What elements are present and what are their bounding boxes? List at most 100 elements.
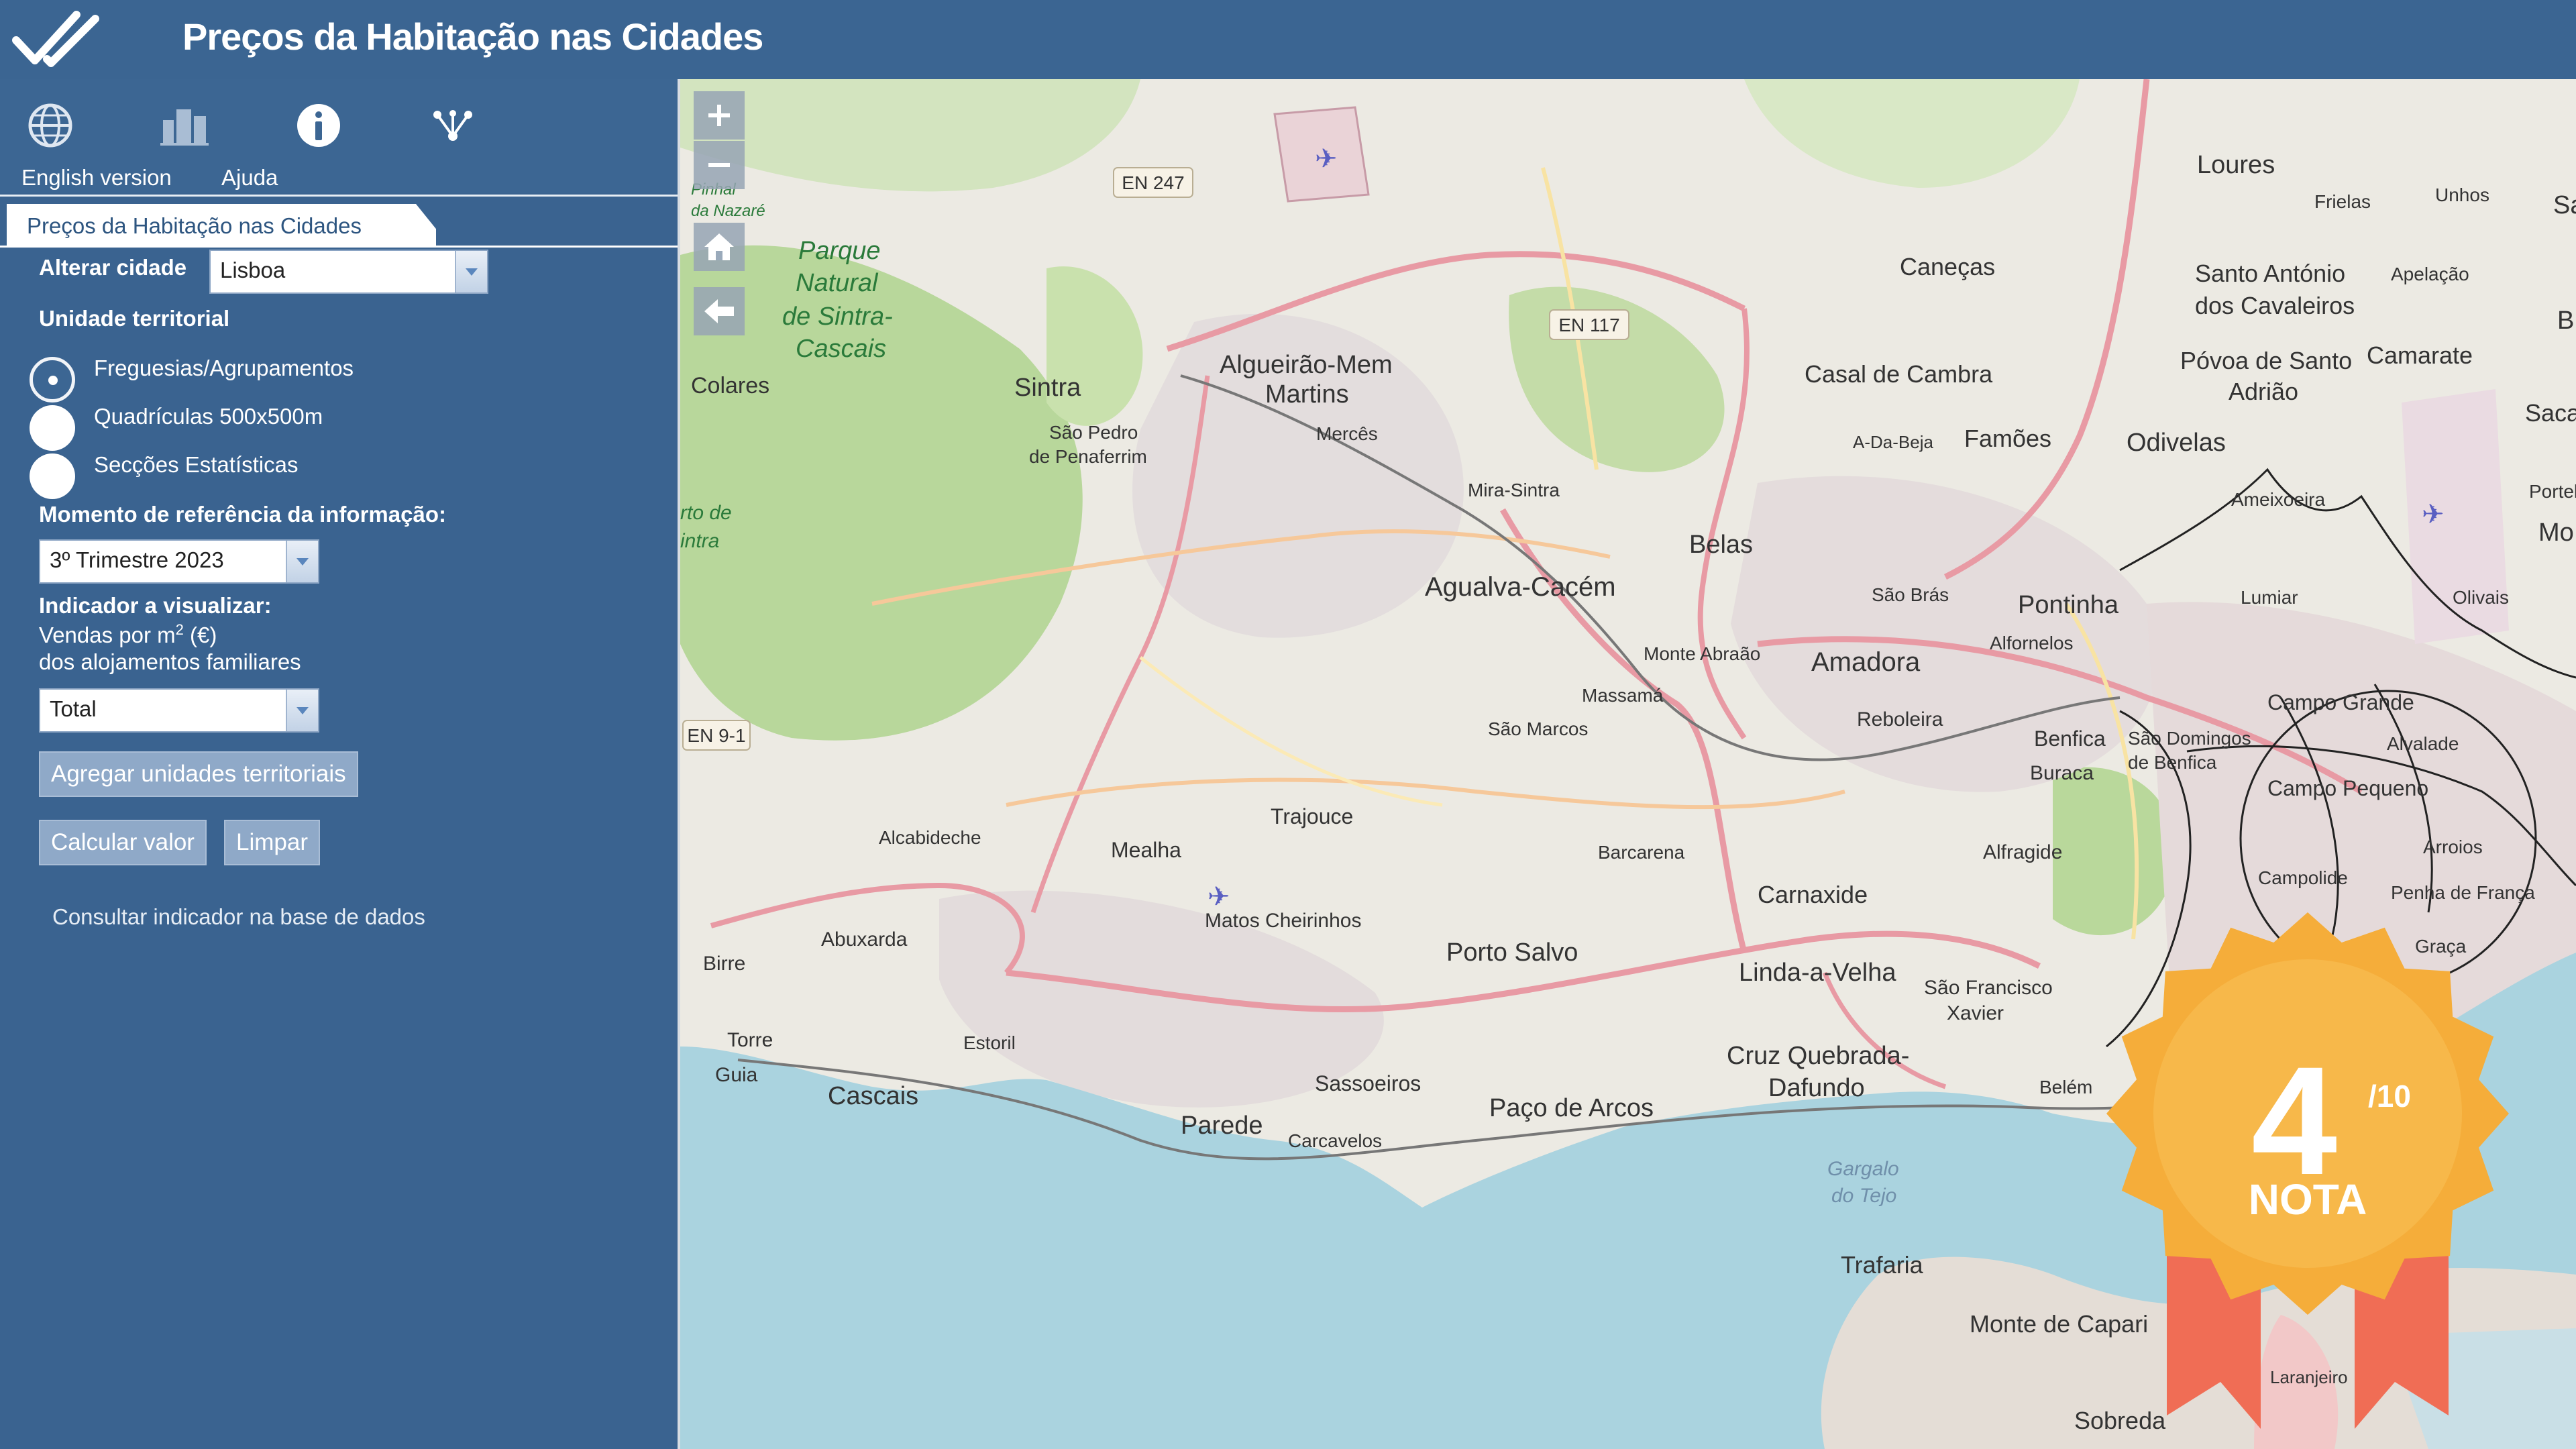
zoom-in-icon[interactable] [694, 91, 745, 140]
chevron-down-icon[interactable] [455, 251, 487, 292]
airport-icon: ✈ [1315, 144, 1338, 174]
place-label: São Marcos [1488, 718, 1588, 739]
zoom-out-icon[interactable] [694, 141, 745, 189]
app-title: Preços da Habitação nas Cidades [182, 15, 763, 58]
place-label: Cascais [828, 1082, 918, 1110]
globe-icon[interactable] [20, 95, 80, 156]
place-label: Campolide [2258, 867, 2348, 888]
svg-text:EN 9-1: EN 9-1 [687, 725, 745, 746]
city-select[interactable]: Lisboa [209, 250, 488, 294]
road-shield-en91: EN 9-1 [682, 720, 751, 751]
territorial-unit-label: Unidade territorial [39, 306, 230, 331]
place-label: Porto Salvo [1446, 938, 1578, 967]
radio-quadriculas[interactable] [30, 405, 75, 451]
place-label: Alfragide [1983, 841, 2062, 863]
place-label: Apelação [2391, 264, 2469, 284]
place-label: Santo António [2195, 260, 2345, 287]
app-header: Preços da Habitação nas Cidades [0, 0, 2576, 79]
reference-select-value: 3º Trimestre 2023 [50, 547, 224, 572]
radio-freguesias-label[interactable]: Freguesias/Agrupamentos [94, 356, 354, 381]
panel-tab-title: Preços da Habitação nas Cidades [27, 213, 362, 238]
place-label: Parque [798, 237, 881, 265]
place-label: Mealha [1111, 838, 1181, 862]
indicator-line1: Vendas por m [39, 623, 176, 647]
radio-freguesias[interactable] [30, 357, 75, 402]
double-check-logo-icon[interactable] [12, 5, 99, 72]
place-label: Birre [703, 953, 745, 975]
place-label: Sassoeiros [1315, 1071, 1421, 1095]
place-label: Algueirão-Mem [1220, 351, 1393, 379]
place-label: Matos Cheirinhos [1205, 910, 1361, 932]
place-label: Monte Abraão [1644, 643, 1760, 664]
indicator-label: Indicador a visualizar: [39, 593, 272, 618]
calculate-value-button[interactable]: Calcular valor [39, 820, 207, 865]
indicator-superscript: 2 [175, 621, 184, 638]
back-arrow-icon[interactable] [694, 287, 745, 335]
help-link[interactable]: Ajuda [221, 165, 278, 191]
home-icon[interactable] [694, 223, 745, 271]
place-label: Reboleira [1857, 708, 1943, 731]
place-label: Odivelas [2127, 429, 2226, 457]
indicator-unit: (€) [183, 623, 217, 647]
place-label: Benfica [2034, 727, 2106, 751]
road-shield-en117: EN 117 [1549, 309, 1629, 340]
place-label: Mira-Sintra [1468, 480, 1560, 500]
place-label: Carcavelos [1288, 1130, 1382, 1151]
aggregate-units-button[interactable]: Agregar unidades territoriais [39, 751, 358, 797]
place-label: Agualva-Cacém [1425, 572, 1616, 602]
place-label: Amadora [1811, 647, 1921, 677]
place-label: Paço de Arcos [1489, 1094, 1654, 1122]
buildings-icon[interactable] [154, 95, 215, 156]
reference-select[interactable]: 3º Trimestre 2023 [39, 539, 319, 584]
place-label: Póvoa de Santo [2180, 347, 2352, 374]
indicator-select-value: Total [50, 696, 97, 721]
place-label: Sa [2553, 191, 2576, 219]
chevron-down-icon[interactable] [286, 690, 318, 731]
place-label: Camarate [2367, 341, 2473, 369]
place-label: intra [680, 530, 719, 552]
place-label: Ameixoeira [2231, 489, 2325, 510]
radio-seccoes[interactable] [30, 453, 75, 499]
place-label: Gargalo [1827, 1158, 1899, 1180]
place-label: Arroios [2423, 837, 2483, 857]
score-badge: 4 /10 NOTA [2106, 912, 2509, 1429]
place-label: Belas [1689, 531, 1753, 559]
road-shield-en247: EN 247 [1113, 167, 1193, 198]
place-label: Trajouce [1271, 804, 1353, 828]
place-label: Caneças [1900, 253, 1995, 280]
info-icon[interactable] [288, 95, 349, 156]
place-label: Trafaria [1841, 1251, 1924, 1279]
place-label: Adrião [2229, 378, 2298, 405]
place-label: Sintra [1014, 374, 1081, 402]
clear-button[interactable]: Limpar [224, 820, 320, 865]
chevron-down-icon[interactable] [286, 541, 318, 582]
panel-tab[interactable]: Preços da Habitação nas Cidades [7, 204, 436, 246]
sidebar-toolbar: English version Ajuda [0, 79, 678, 193]
place-label: Linda-a-Velha [1739, 959, 1896, 987]
database-link[interactable]: Consultar indicador na base de dados [52, 904, 425, 930]
indicator-line2: dos alojamentos familiares [39, 649, 301, 674]
place-label: Alvalade [2387, 733, 2459, 754]
panel-divider [0, 246, 678, 248]
place-label: Alcabideche [879, 827, 981, 848]
place-label: Alfornelos [1990, 633, 2074, 653]
place-label: Belém [2039, 1077, 2092, 1097]
place-label: A-Da-Beja [1853, 432, 1933, 452]
english-version-link[interactable]: English version [21, 165, 172, 191]
place-label: de Benfica [2128, 752, 2217, 773]
radio-seccoes-label[interactable]: Secções Estatísticas [94, 452, 298, 478]
place-label: Abuxarda [821, 928, 908, 951]
indicator-select[interactable]: Total [39, 688, 319, 733]
place-label: Mercês [1316, 423, 1378, 444]
place-label: Pontinha [2018, 591, 2119, 619]
place-label: de Penaferrim [1029, 446, 1147, 467]
place-label: Buraca [2030, 762, 2094, 784]
place-label: Campo Grande [2267, 690, 2414, 714]
place-label: São Brás [1872, 584, 1949, 605]
place-label: Portel [2529, 481, 2576, 502]
city-label: Alterar cidade [39, 255, 187, 280]
radio-quadriculas-label[interactable]: Quadrículas 500x500m [94, 404, 323, 429]
indicator-description: Vendas por m2 (€) [39, 621, 217, 648]
share-network-icon[interactable] [423, 95, 483, 156]
place-label: Cascais [796, 335, 886, 363]
